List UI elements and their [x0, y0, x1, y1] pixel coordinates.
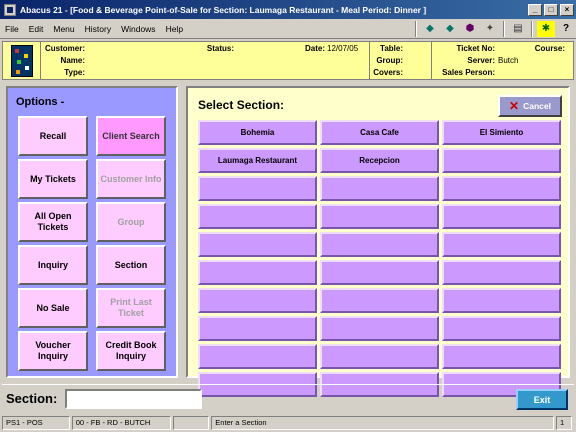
close-button[interactable]: ×: [560, 3, 574, 16]
section-entry-label: Section:: [6, 391, 58, 406]
section-button[interactable]: [442, 232, 561, 257]
arrow-left-icon[interactable]: ◆: [421, 21, 439, 37]
section-button[interactable]: Bohemia: [198, 120, 317, 145]
toolbar-separator: [503, 20, 505, 37]
status-terminal: PS1 - POS: [2, 416, 70, 430]
client-search-button[interactable]: Client Search: [96, 116, 166, 156]
credit-book-inquiry-button[interactable]: Credit Book Inquiry: [96, 331, 166, 371]
section-button[interactable]: [198, 232, 317, 257]
name-label: Name:: [60, 56, 85, 65]
menu-bar: File Edit Menu History Windows Help ◆ ◆ …: [0, 19, 576, 39]
section-button[interactable]: [198, 260, 317, 285]
section-button[interactable]: [198, 288, 317, 313]
section-button[interactable]: Recepcion: [320, 148, 439, 173]
section-title: Select Section:: [198, 98, 285, 112]
section-button[interactable]: [320, 316, 439, 341]
section-button[interactable]: [442, 204, 561, 229]
cancel-x-icon: ✕: [509, 99, 520, 113]
section-button[interactable]: [442, 260, 561, 285]
status-bar: PS1 - POS 00 - FB - RD - BUTCH Enter a S…: [0, 414, 576, 432]
run-icon[interactable]: ✦: [481, 21, 499, 37]
section-button[interactable]: [442, 316, 561, 341]
type-label: Type:: [64, 68, 85, 77]
status-empty: [173, 416, 210, 430]
section-button[interactable]: [198, 176, 317, 201]
customer-photo: [11, 45, 33, 77]
group-button: Group: [96, 202, 166, 242]
voucher-inquiry-button[interactable]: Voucher Inquiry: [18, 331, 88, 371]
cancel-label: Cancel: [523, 101, 551, 111]
section-button[interactable]: Section: [96, 245, 166, 285]
section-button[interactable]: [442, 288, 561, 313]
section-button[interactable]: [442, 148, 561, 173]
menu-file[interactable]: File: [0, 24, 24, 34]
status-message: Enter a Section: [211, 416, 555, 430]
info-separator: [40, 42, 41, 79]
server-value: Butch: [498, 56, 519, 65]
status-label: Status:: [206, 44, 234, 53]
section-button[interactable]: [320, 176, 439, 201]
menu-help[interactable]: Help: [161, 24, 188, 34]
no-sale-button[interactable]: No Sale: [18, 288, 88, 328]
section-button[interactable]: [442, 176, 561, 201]
gem-icon[interactable]: ⬢: [461, 21, 479, 37]
menu-menu[interactable]: Menu: [48, 24, 79, 34]
section-input[interactable]: [65, 389, 202, 409]
section-button[interactable]: [198, 316, 317, 341]
all-open-tickets-button[interactable]: All Open Tickets: [18, 202, 88, 242]
section-button[interactable]: [198, 344, 317, 369]
print-last-ticket-button: Print Last Ticket: [96, 288, 166, 328]
section-button[interactable]: [442, 344, 561, 369]
window-title: Abacus 21 - [Food & Beverage Point-of-Sa…: [20, 4, 427, 15]
toolbar-separator: [415, 20, 417, 37]
menu-windows[interactable]: Windows: [116, 24, 160, 34]
section-button[interactable]: [320, 260, 439, 285]
maximize-button[interactable]: □: [544, 3, 558, 16]
my-tickets-button[interactable]: My Tickets: [18, 159, 88, 199]
course-label: Course:: [534, 44, 565, 53]
section-button[interactable]: [320, 288, 439, 313]
menu-edit[interactable]: Edit: [24, 24, 49, 34]
customer-label: Customer:: [44, 44, 85, 53]
inquiry-button[interactable]: Inquiry: [18, 245, 88, 285]
title-bar: Abacus 21 - [Food & Beverage Point-of-Sa…: [0, 0, 576, 19]
section-button[interactable]: [320, 232, 439, 257]
exit-button[interactable]: Exit: [516, 389, 568, 410]
covers-label: Covers:: [373, 68, 403, 77]
info-separator: [431, 42, 432, 79]
section-button[interactable]: Laumaga Restaurant: [198, 148, 317, 173]
sales-person-label: Sales Person:: [442, 68, 495, 77]
toolbar-separator: [531, 20, 533, 37]
toolbar-icons: ◆ ◆ ⬢ ✦ ▤ ✱ ?: [412, 20, 576, 38]
status-user: 00 - FB - RD - BUTCH: [71, 416, 172, 430]
options-panel: Options - Recall Client Search My Tickets C…: [6, 86, 178, 378]
recall-button[interactable]: Recall: [18, 116, 88, 156]
options-title: Options -: [16, 96, 65, 108]
group-label: Group:: [376, 56, 403, 65]
arrow-right-icon[interactable]: ◆: [441, 21, 459, 37]
ticket-no-label: Ticket No:: [456, 44, 495, 53]
date-value: 12/07/05: [327, 44, 359, 53]
section-button[interactable]: [320, 344, 439, 369]
server-label: Server:: [467, 56, 495, 65]
ticket-info-bar: Customer: Name: Type: Status: Date: 12/0…: [2, 41, 574, 80]
table-label: Table:: [380, 44, 403, 53]
section-button[interactable]: [198, 204, 317, 229]
section-button[interactable]: Casa Cafe: [320, 120, 439, 145]
customer-info-button: Customer Info: [96, 159, 166, 199]
minimize-button[interactable]: _: [528, 3, 542, 16]
section-panel: Select Section: ✕ Cancel Bohemia Casa Caf…: [186, 86, 570, 397]
app-icon: [4, 3, 16, 16]
section-button[interactable]: [320, 204, 439, 229]
cancel-button[interactable]: ✕ Cancel: [498, 95, 562, 117]
info-separator: [369, 42, 370, 79]
exit-person-icon[interactable]: ✱: [537, 20, 555, 37]
status-count: 1: [556, 416, 572, 430]
section-entry-bar: Section: Exit: [2, 384, 574, 413]
menu-history[interactable]: History: [80, 24, 116, 34]
calculator-icon[interactable]: ▤: [509, 21, 527, 37]
date-label: Date:: [304, 44, 325, 53]
help-icon[interactable]: ?: [557, 21, 575, 37]
section-button[interactable]: El Simiento: [442, 120, 561, 145]
